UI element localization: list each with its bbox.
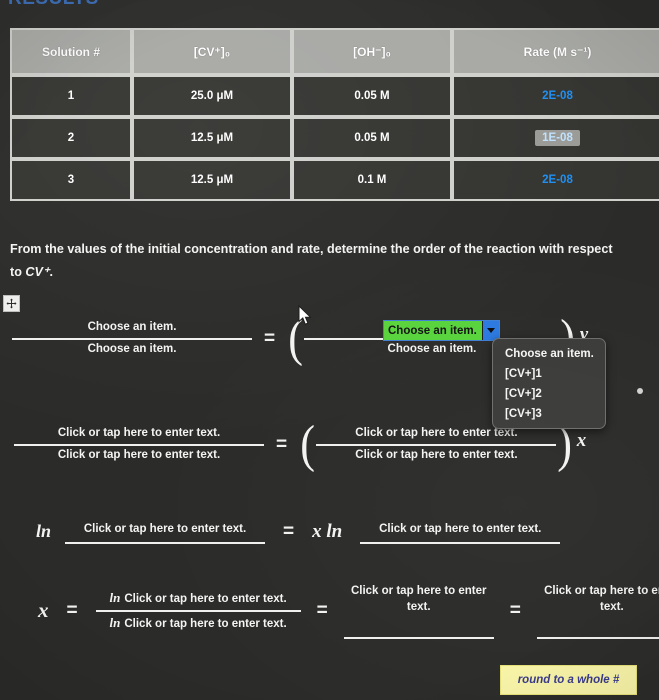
equals-sign: = xyxy=(276,433,288,455)
denominator-field[interactable]: Choose an item. xyxy=(84,340,181,360)
dropdown-option-cv2[interactable]: [CV+]2 xyxy=(493,384,605,404)
equals-sign: = xyxy=(316,599,328,621)
page-title: RESULTS xyxy=(8,0,99,10)
round-note-badge: round to a whole # xyxy=(500,665,637,695)
equals-sign: = xyxy=(66,599,78,621)
prompt-line-1: From the values of the initial concentra… xyxy=(10,242,613,256)
table-row: 2 12.5 μM 0.05 M 1E-08 xyxy=(10,117,659,159)
equals-sign: = xyxy=(283,520,295,542)
cell-cv: 25.0 μM xyxy=(132,75,292,117)
fraction-right-2: Click or tap here to enter text. Click o… xyxy=(316,424,557,466)
prompt-line-2-prefix: to xyxy=(10,265,26,280)
input-field-left-3[interactable]: Click or tap here to enter text. xyxy=(65,520,266,544)
chevron-down-icon[interactable] xyxy=(481,321,499,340)
column-header-rate: Rate (M s⁻¹) xyxy=(452,28,659,75)
denominator-field[interactable]: Click or tap here to enter text. xyxy=(124,618,286,630)
numerator-field[interactable]: Choose an item. xyxy=(84,318,181,338)
rate-value: 2E-08 xyxy=(542,174,573,186)
table-row: 1 25.0 μM 0.05 M 2E-08 xyxy=(10,75,659,117)
column-header-oh-concentration: [OH⁻]₀ xyxy=(292,28,452,75)
field-underline xyxy=(343,637,494,640)
field-text[interactable]: Click or tap here to enter text. xyxy=(537,582,659,619)
column-header-cv-concentration: [CV⁺]₀ xyxy=(132,28,292,75)
ln-label-numerator: ln xyxy=(109,590,121,605)
dropdown-menu[interactable]: Choose an item. [CV+]1 [CV+]2 [CV+]3 xyxy=(492,338,606,429)
prompt-line-2-suffix: . xyxy=(49,265,54,280)
cell-oh: 0.1 M xyxy=(292,159,452,201)
denominator-field[interactable]: Choose an item. xyxy=(384,340,481,360)
cell-cv: 12.5 μM xyxy=(132,159,292,201)
field-text[interactable]: Click or tap here to enter text. xyxy=(344,582,494,619)
input-field-middle-4[interactable]: Click or tap here to enter text. xyxy=(343,582,494,640)
dropdown-content-control[interactable]: Choose an item. xyxy=(383,320,500,341)
dropdown-option-choose[interactable]: Choose an item. xyxy=(493,344,605,364)
equation-row-3: ln Click or tap here to enter text. = x … xyxy=(36,520,561,544)
equals-sign: = xyxy=(509,599,521,621)
rate-value: 2E-08 xyxy=(542,90,573,102)
field-underline xyxy=(536,637,659,640)
numerator-row: ln Click or tap here to enter text. xyxy=(106,587,291,610)
equals-sign: = xyxy=(264,327,276,349)
x-variable-label: x xyxy=(38,598,49,623)
fraction-left-1: Choose an item. Choose an item. xyxy=(12,318,252,359)
ln-label-denominator: ln xyxy=(109,614,121,630)
field-underline xyxy=(360,541,561,544)
numerator-field[interactable]: Click or tap here to enter text. xyxy=(124,593,286,605)
dropdown-selected-value[interactable]: Choose an item. xyxy=(384,321,482,340)
field-text[interactable]: Click or tap here to enter text. xyxy=(78,520,252,542)
cell-oh: 0.05 M xyxy=(292,117,452,159)
fraction-left-2: Click or tap here to enter text. Click o… xyxy=(14,424,264,465)
cell-rate: 2E-08 xyxy=(452,159,659,201)
cell-solution: 3 xyxy=(10,159,132,201)
cell-solution: 2 xyxy=(10,117,132,159)
column-header-solution: Solution # xyxy=(10,28,132,75)
equation-row-4: x = ln Click or tap here to enter text. l… xyxy=(38,582,659,640)
prompt-species-label: CV⁺ xyxy=(25,265,50,280)
mouse-cursor xyxy=(298,304,313,332)
input-field-right-3[interactable]: Click or tap here to enter text. xyxy=(360,520,561,544)
field-underline xyxy=(65,541,266,544)
cell-cv: 12.5 μM xyxy=(132,117,292,159)
equation-row-2: Click or tap here to enter text. Click o… xyxy=(14,418,587,470)
table-header-row: Solution # [CV⁺]₀ [OH⁻]₀ Rate (M s⁻¹) xyxy=(10,28,659,75)
screen-artifact-dot xyxy=(637,388,643,394)
cell-oh: 0.05 M xyxy=(292,75,452,117)
input-field-last-4[interactable]: Click or tap here to enter text. xyxy=(536,582,659,640)
denominator-row: ln Click or tap here to enter text. xyxy=(106,612,291,635)
cell-solution: 1 xyxy=(10,75,132,117)
ln-label-left: ln xyxy=(36,521,52,542)
table-row: 3 12.5 μM 0.1 M 2E-08 xyxy=(10,159,659,201)
dropdown-option-cv3[interactable]: [CV+]3 xyxy=(493,404,605,424)
numerator-field[interactable]: Click or tap here to enter text. xyxy=(54,424,224,444)
fraction-ln-ratio: ln Click or tap here to enter text. ln Cli… xyxy=(95,587,301,635)
field-text[interactable]: Click or tap here to enter text. xyxy=(373,520,547,542)
denominator-field[interactable]: Click or tap here to enter text. xyxy=(54,446,224,466)
x-ln-label: x ln xyxy=(312,520,343,542)
exponent-x: x xyxy=(576,430,587,451)
denominator-field[interactable]: Click or tap here to enter text. xyxy=(351,446,521,466)
question-prompt: From the values of the initial concentra… xyxy=(10,238,650,285)
cell-rate: 1E-08 xyxy=(452,117,659,159)
cell-rate: 2E-08 xyxy=(452,75,659,117)
rate-value-selected[interactable]: 1E-08 xyxy=(535,130,580,146)
results-table: Solution # [CV⁺]₀ [OH⁻]₀ Rate (M s⁻¹) 1 … xyxy=(10,28,659,201)
move-handle-icon[interactable] xyxy=(3,295,20,312)
dropdown-option-cv1[interactable]: [CV+]1 xyxy=(493,364,605,384)
